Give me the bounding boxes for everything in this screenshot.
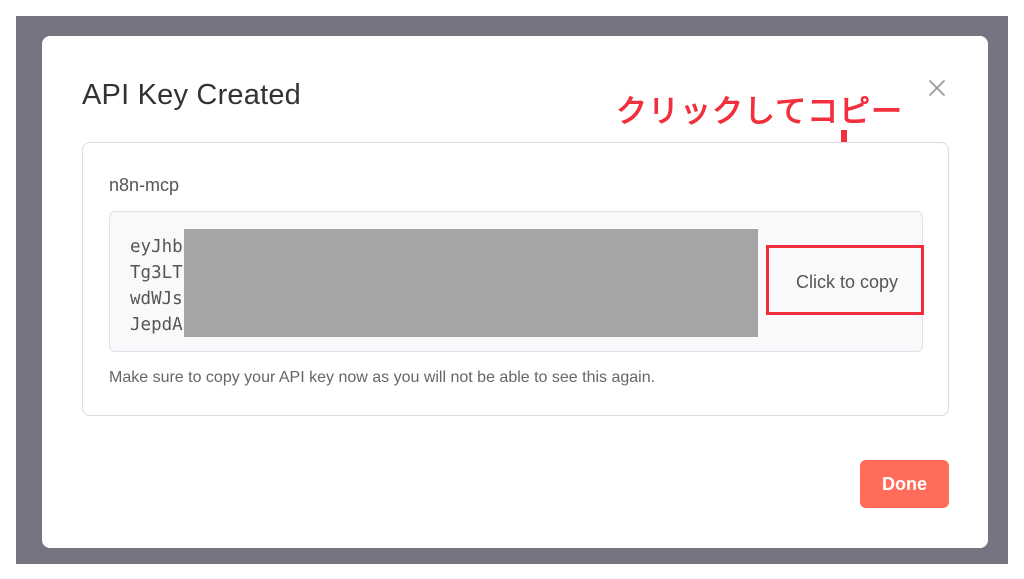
api-key-modal: API Key Created クリックしてコピー n8n-mcp eyJhb … xyxy=(42,36,988,548)
api-key-field[interactable]: eyJhb Tg3LT wdWJs JepdA Click to copy xyxy=(109,211,924,352)
close-icon xyxy=(929,80,945,96)
api-key-value: eyJhb Tg3LT wdWJs JepdA xyxy=(130,234,183,338)
close-button[interactable] xyxy=(926,77,948,99)
done-button[interactable]: Done xyxy=(860,460,949,508)
api-key-card: n8n-mcp eyJhb Tg3LT wdWJs JepdA Click to… xyxy=(82,142,949,416)
api-key-line: Tg3LT xyxy=(130,263,183,283)
helper-text: Make sure to copy your API key now as yo… xyxy=(109,369,656,386)
modal-title: API Key Created xyxy=(82,79,301,111)
api-key-line: JepdA xyxy=(130,315,183,335)
copy-annotation: クリックしてコピー xyxy=(616,94,904,130)
api-key-line: wdWJs xyxy=(130,289,183,309)
copy-highlight-box xyxy=(766,245,924,315)
api-key-name: n8n-mcp xyxy=(109,175,180,195)
api-key-line: eyJhb xyxy=(130,237,183,257)
redaction-block xyxy=(184,229,758,337)
